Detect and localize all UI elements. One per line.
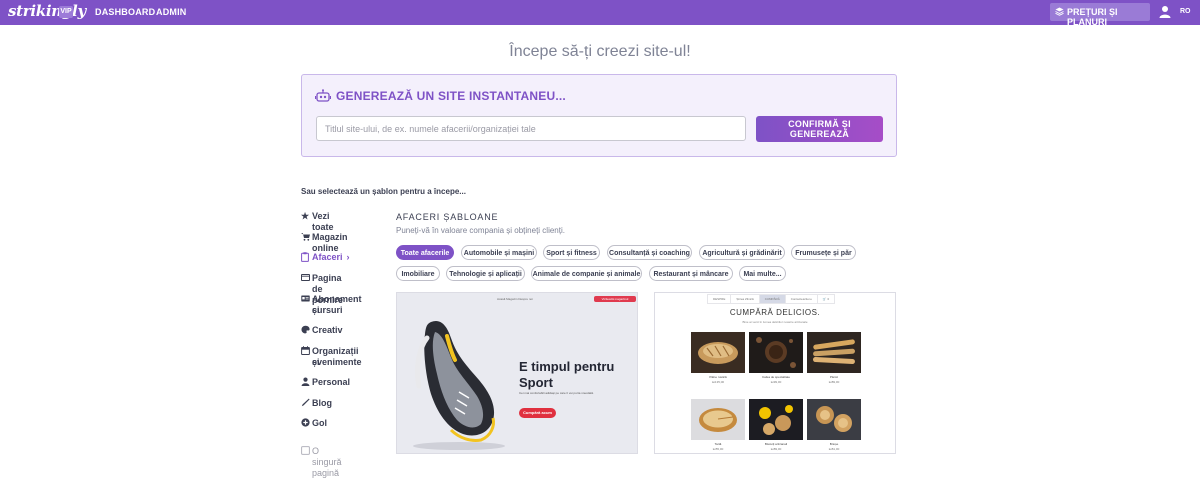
template-card-bakery[interactable]: DESPRE Știrea Zilnică CUMPĂRĂ Contactează-n… xyxy=(654,292,896,454)
product-name: Biscuiți artizanali xyxy=(764,442,788,446)
chip-sport-fitness[interactable]: Sport și fitness xyxy=(543,245,600,260)
palette-icon xyxy=(301,325,310,335)
product-name: Pâine rustică xyxy=(709,375,727,379)
product-bread-image xyxy=(691,332,745,373)
calendar-icon xyxy=(301,346,310,356)
cart-icon xyxy=(301,232,310,242)
pen-icon xyxy=(301,398,310,408)
template-shop-heading: CUMPĂRĂ DELICIOS. xyxy=(729,308,821,317)
chip-real-estate[interactable]: Imobiliare xyxy=(396,266,440,281)
instant-site-generator: GENEREAZĂ UN SITE INSTANTANEU... CONFIRM… xyxy=(301,74,897,157)
chip-beauty[interactable]: Frumusețe și păr xyxy=(791,245,856,260)
template-card-sport[interactable]: Acasă Magazin Despre noi Vizitează magaz… xyxy=(396,292,638,454)
product-price: lei81,00 xyxy=(828,447,840,451)
generator-title: GENEREAZĂ UN SITE INSTANTANEU... xyxy=(336,89,566,103)
template-shop-subheading: Bine ai venit în lumea deliciilor noastr… xyxy=(742,320,808,324)
template-visit-store-button: Vizitează magazinul xyxy=(594,296,636,302)
chevron-right-icon: › xyxy=(346,252,350,262)
nav-dashboard[interactable]: DASHBOARD xyxy=(95,7,155,17)
top-bar: strikingly VIP DASHBOARD ADMIN PREȚURI Ș… xyxy=(0,0,1200,27)
template-tabs: DESPRE Știrea Zilnică CUMPĂRĂ Contactează-n… xyxy=(707,294,836,304)
product-name: Cafea de specialitate xyxy=(761,375,791,379)
sneaker-image xyxy=(413,320,505,450)
product-coffee-image xyxy=(749,332,803,373)
template-buy-button: Cumpără acum xyxy=(519,408,556,418)
chip-technology[interactable]: Tehnologie și aplicații xyxy=(446,266,525,281)
product-tart-image xyxy=(691,399,745,440)
chip-more[interactable]: Mai multe... xyxy=(739,266,786,281)
product-price: lei99,00 xyxy=(770,380,782,384)
page-title: Începe să-ți creezi site-ul! xyxy=(509,43,691,60)
clipboard-icon xyxy=(301,252,310,262)
person-icon xyxy=(301,377,310,387)
robot-icon xyxy=(314,89,332,103)
vip-badge: VIP xyxy=(59,6,73,18)
id-card-icon xyxy=(301,294,310,304)
laptop-icon xyxy=(301,273,310,283)
chip-all-business[interactable]: Toate afacerile xyxy=(396,245,454,260)
strikingly-logo[interactable]: strikingly xyxy=(8,2,86,20)
product-breadsticks-image xyxy=(807,332,861,373)
layers-icon xyxy=(1055,7,1064,16)
plus-circle-icon xyxy=(301,418,310,428)
nav-admin[interactable]: ADMIN xyxy=(156,7,187,17)
pricing-button[interactable]: PREȚURI ȘI PLANURI xyxy=(1050,3,1150,27)
chip-automotive[interactable]: Automobile și mașini xyxy=(461,245,537,260)
product-price: lei89,00 xyxy=(828,380,840,384)
confirm-generate-button[interactable]: CONFIRMĂ ȘI GENEREAZĂ xyxy=(756,116,883,142)
chip-restaurant[interactable]: Restaurant și mâncare xyxy=(649,266,733,281)
product-price: lei135,00 xyxy=(711,380,725,384)
template-headline: E timpul pentru Sport xyxy=(519,359,615,390)
pricing-label: PREȚURI ȘI PLANURI xyxy=(1067,7,1118,27)
user-icon[interactable] xyxy=(1159,5,1171,19)
product-price: lei55,00 xyxy=(712,447,724,451)
language-switch[interactable]: RO xyxy=(1180,8,1191,15)
product-name: Pânici xyxy=(829,375,839,379)
product-muffins-image xyxy=(807,399,861,440)
product-price: lei89,00 xyxy=(770,447,782,451)
templates-subtitle: Puneți-vă în valoare compania și obțineț… xyxy=(396,226,565,235)
templates-title: AFACERI ȘABLOANE xyxy=(396,212,499,222)
chip-consulting[interactable]: Consultanță și coaching xyxy=(607,245,692,260)
checkbox-icon[interactable] xyxy=(301,446,310,456)
product-name: Brioșe xyxy=(829,442,839,446)
star-icon: ★ xyxy=(301,211,310,221)
template-nav: Acasă Magazin Despre noi xyxy=(497,297,533,301)
product-name: Tartă xyxy=(714,442,722,446)
product-cookies-image xyxy=(749,399,803,440)
chip-agriculture[interactable]: Agricultură și grădinărit xyxy=(699,245,785,260)
select-template-prompt: Sau selectează un șablon pentru a începe… xyxy=(301,187,466,196)
site-title-input[interactable] xyxy=(316,116,746,141)
template-description: Cei mai confortabili adidași pe care îi … xyxy=(519,391,594,395)
chip-pets[interactable]: Animale de companie și animale xyxy=(531,266,642,281)
